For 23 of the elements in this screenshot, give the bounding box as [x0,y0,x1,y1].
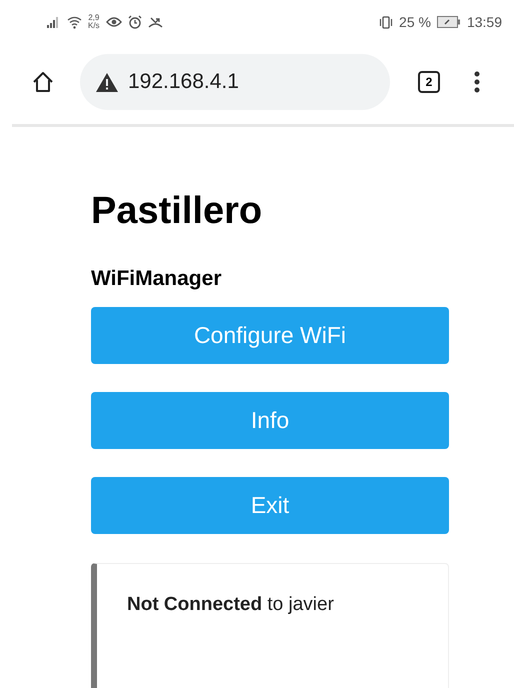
vibrate-icon [379,16,394,28]
alarm-clock-icon [128,15,142,29]
page-subtitle: WiFiManager [91,267,222,291]
warning-icon [96,72,118,92]
battery-percent: 25 % [399,14,431,30]
menu-icon[interactable] [474,71,480,93]
net-speed-value: 2,9 [88,14,100,22]
net-speed-unit: K/s [88,22,100,30]
signal-icon [47,16,61,28]
missed-call-icon [148,16,163,28]
clock-time: 13:59 [466,14,502,30]
url-text: 192.168.4.1 [128,70,239,94]
page-title: Pastillero [91,190,264,233]
wifi-icon [67,16,82,28]
address-bar[interactable]: 192.168.4.1 [80,54,390,110]
battery-icon [436,16,461,28]
menu-button[interactable]: Info [91,392,449,449]
tab-count-button[interactable]: 2 [418,71,440,93]
menu-button[interactable]: Configure WiFi [91,307,449,364]
connection-status: Not Connected to javier [127,594,335,616]
eye-icon [106,16,122,28]
home-icon[interactable] [32,71,54,93]
menu-button[interactable]: Exit [91,477,449,534]
